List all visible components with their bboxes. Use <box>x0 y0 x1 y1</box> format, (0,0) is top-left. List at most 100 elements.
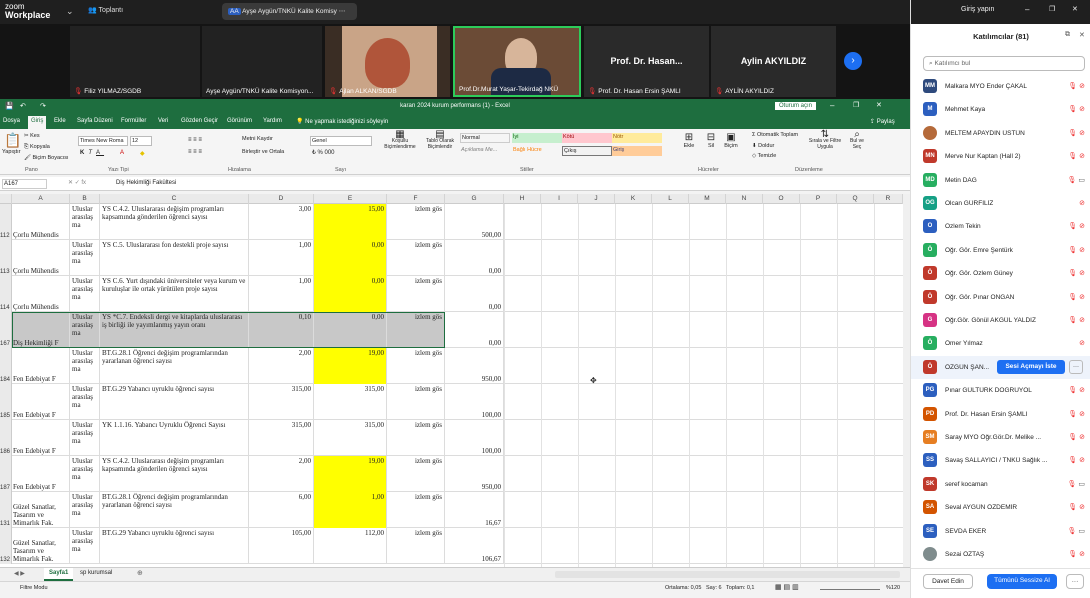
column-header[interactable]: N <box>726 194 763 204</box>
table-row[interactable]: 184 Fen Edebiyat F Uluslar arasılaş ma BT.G… <box>0 348 903 384</box>
cell-c[interactable]: BT.G.29 Yabancı uyruklu öğrenci sayısı <box>100 528 249 564</box>
column-header[interactable]: C <box>100 194 249 204</box>
cell-c[interactable]: BT.G.28.1 Öğrenci değişim programlarında… <box>100 348 249 384</box>
cell-c[interactable]: YK 1.1.16. Yabancı Uyruklu Öğrenci Sayıs… <box>100 420 249 456</box>
formula-buttons[interactable]: ✕ ✓ fx <box>68 179 86 186</box>
participant-more-button[interactable]: ··· <box>1069 359 1083 374</box>
cell-a[interactable]: Fen Edebiyat F <box>12 384 70 420</box>
close-icon[interactable]: ✕ <box>1079 31 1085 39</box>
participant-item[interactable]: Sezai ÖZTAŞ 🎙 ⊘ <box>911 543 1090 566</box>
video-tile[interactable]: Prof. Dr. Hasan... 🎙 Prof. Dr. Hasan Ersi… <box>584 26 709 97</box>
table-row[interactable]: 114 Çorlu Mühendis Uluslar arasılaş ma YS C… <box>0 276 903 312</box>
cell-c[interactable]: YS C.6. Yurt dışındaki üniversiteler vey… <box>100 276 249 312</box>
share-button[interactable]: ⇪ Paylaş <box>870 118 895 125</box>
align-icons[interactable]: ≡ ≡ ≡ <box>188 137 202 143</box>
tab-file[interactable]: Dosya <box>3 118 20 124</box>
meeting-menu-button[interactable]: 👥 Toplantı <box>88 6 123 14</box>
column-header[interactable]: K <box>615 194 652 204</box>
cell-g[interactable]: 16,67 <box>445 492 504 528</box>
cell-f[interactable]: izlem gös <box>387 348 445 384</box>
participant-item[interactable]: SE SEVDA EKER 🎙 ▭ <box>911 520 1090 543</box>
cell-g[interactable]: 100,00 <box>445 384 504 420</box>
row-header[interactable]: 185 <box>0 384 12 420</box>
cell-g[interactable]: 950,00 <box>445 348 504 384</box>
video-tile[interactable]: 🎙 Filiz YILMAZ/SGDB <box>70 26 200 97</box>
participant-item[interactable]: PD Prof. Dr. Hasan Ersin ŞAMLI 🎙 ⊘ <box>911 403 1090 426</box>
cell-b[interactable]: Uluslar arasılaş ma <box>70 348 100 384</box>
cell-e[interactable]: 0,00 <box>314 240 387 276</box>
paste-icon[interactable]: 📋 <box>4 132 21 149</box>
row-header[interactable]: 131 <box>0 492 12 528</box>
cell-d[interactable]: 1,00 <box>249 276 314 312</box>
participant-item[interactable]: SK seref kocaman 🎙 ▭ <box>911 473 1090 496</box>
row-header[interactable]: 113 <box>0 240 12 276</box>
zoom-slider[interactable] <box>820 589 880 590</box>
tab-view[interactable]: Görünüm <box>227 118 252 124</box>
cell-g[interactable]: 950,00 <box>445 456 504 492</box>
merge-center-button[interactable]: Birleştir ve Ortala <box>242 149 284 155</box>
cell-e[interactable]: 19,00 <box>314 348 387 384</box>
cell-c[interactable]: BT.G.29 Yabancı uyruklu öğrenci sayısı <box>100 384 249 420</box>
participant-item[interactable]: MN Merve Nur Kaptan (Hall 2) 🎙 ⊘ <box>911 145 1090 168</box>
font-style-buttons[interactable]: KTA <box>80 150 104 156</box>
cell-f[interactable]: izlem gös <box>387 276 445 312</box>
row-header[interactable]: 132 <box>0 528 12 564</box>
number-buttons[interactable]: ₺ % 000 <box>312 149 335 156</box>
conditional-format-button[interactable]: ▦ Koşullu Biçimlendirme <box>380 130 420 151</box>
row-header[interactable]: 186 <box>0 420 12 456</box>
video-tile[interactable]: Ayşe Aygün/TNKÜ Kalite Komisyon... <box>202 26 322 97</box>
font-color-icon[interactable]: A <box>120 150 124 156</box>
cell-b[interactable]: Uluslar arasılaş ma <box>70 528 100 564</box>
cell-e[interactable]: 112,00 <box>314 528 387 564</box>
tab-formulas[interactable]: Formüller <box>121 118 146 124</box>
participant-item[interactable]: O Ozlem Tekin 🎙 ⊘ <box>911 215 1090 238</box>
cell-e[interactable]: 15,00 <box>314 204 387 240</box>
cell-g[interactable]: 100,00 <box>445 420 504 456</box>
tab-insert[interactable]: Ekle <box>54 118 66 124</box>
cell-g[interactable]: 0,00 <box>445 240 504 276</box>
select-all[interactable] <box>0 194 12 204</box>
tab-data[interactable]: Veri <box>158 118 168 124</box>
cell-a[interactable]: Çorlu Mühendis <box>12 240 70 276</box>
table-row[interactable]: 131 Güzel Sanatlar, Tasarım ve Mimarlık F… <box>0 492 903 528</box>
table-row[interactable]: 187 Fen Edebiyat F Uluslar arasılaş ma YS C… <box>0 456 903 492</box>
participant-item[interactable]: SS Savaş SALLAYICI / TNKÜ Sağlık ... 🎙 ⊘ <box>911 449 1090 472</box>
cell-d[interactable]: 1,00 <box>249 240 314 276</box>
sign-in-link[interactable]: Giriş yapın <box>961 6 994 13</box>
cell-e[interactable]: 315,00 <box>314 384 387 420</box>
cell-b[interactable]: Uluslar arasılaş ma <box>70 456 100 492</box>
column-header[interactable]: M <box>689 194 726 204</box>
table-row[interactable]: 132 Güzel Sanatlar, Tasarım ve Mimarlık F… <box>0 528 903 564</box>
column-header[interactable]: D <box>249 194 314 204</box>
cell-c[interactable]: YS C.4.2. Uluslararası değişim programla… <box>100 456 249 492</box>
screen-share-indicator[interactable]: AA Ayşe Aygün/TNKÜ Kalite Komisy ⋯ <box>222 3 357 20</box>
sheet-tab[interactable]: sp kurumsal <box>80 570 112 576</box>
participant-item[interactable]: MM Malkara MYO Ender ÇAKAL 🎙 ⊘ <box>911 75 1090 98</box>
delete-cells-button[interactable]: ⊟ Sil <box>702 132 720 149</box>
row-header[interactable]: 187 <box>0 456 12 492</box>
row-header[interactable]: 114 <box>0 276 12 312</box>
restore-icon[interactable]: ❐ <box>853 101 859 109</box>
participant-item[interactable]: MELTEM APAYDIN ÜSTÜN 🎙 ⊘ <box>911 122 1090 145</box>
more-options-button[interactable]: ··· <box>1066 574 1084 589</box>
column-header[interactable]: E <box>314 194 387 204</box>
cell-f[interactable]: izlem gös <box>387 384 445 420</box>
participant-item[interactable]: MD Metin DAĞ 🎙 ▭ <box>911 169 1090 192</box>
chevron-down-icon[interactable]: ⌄ <box>66 6 74 17</box>
vertical-scrollbar[interactable] <box>903 194 910 567</box>
style-output[interactable]: Çıkış <box>562 146 612 156</box>
cell-e[interactable]: 0,00 <box>314 276 387 312</box>
cell-c[interactable]: YS C.5. Uluslararası fon destekli proje … <box>100 240 249 276</box>
participant-item[interactable]: PG Pınar GÜLTÜRK DOĞRUYOL 🎙 ⊘ <box>911 379 1090 402</box>
font-name-select[interactable]: Times New Roma <box>78 136 128 146</box>
style-neutral[interactable]: Nötr <box>612 133 662 143</box>
cell-a[interactable]: Fen Edebiyat F <box>12 348 70 384</box>
cell-d[interactable]: 3,00 <box>249 204 314 240</box>
column-header[interactable]: R <box>874 194 903 204</box>
table-row[interactable]: 185 Fen Edebiyat F Uluslar arasılaş ma BT.G… <box>0 384 903 420</box>
format-painter-button[interactable]: 🖌 Biçim Boyacısı <box>24 155 69 161</box>
table-row[interactable]: 112 Çorlu Mühendis Uluslar arasılaş ma YS C… <box>0 204 903 240</box>
cell-d[interactable]: 2,00 <box>249 348 314 384</box>
cell-f[interactable]: izlem gös <box>387 240 445 276</box>
cell-e[interactable]: 1,00 <box>314 492 387 528</box>
